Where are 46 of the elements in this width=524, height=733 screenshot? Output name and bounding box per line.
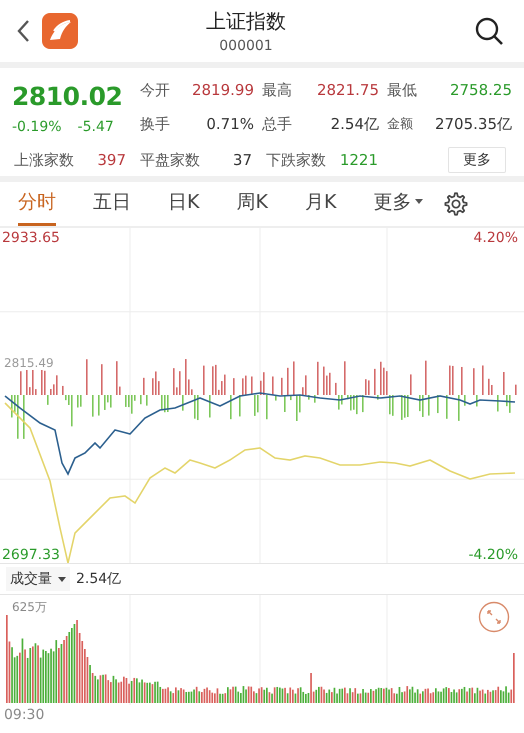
axis-label: 2815.49 xyxy=(2,356,56,370)
more-button[interactable]: 更多 xyxy=(448,147,506,173)
stat-label: 换手 xyxy=(140,114,170,134)
stat-label: 今开 xyxy=(140,80,170,100)
breadth-label: 平盘家数 xyxy=(140,150,200,170)
percent-label: 4.20% xyxy=(474,230,518,246)
stat-label: 金额 xyxy=(387,116,413,133)
stat-value: 2.54亿 xyxy=(330,114,379,134)
chart-tab[interactable]: 月K xyxy=(304,182,336,226)
stat-value: 2821.75 xyxy=(316,81,379,99)
percent-label: -4.20% xyxy=(468,547,518,563)
change-percent: -0.19% xyxy=(12,119,62,135)
page-title: 上证指数 xyxy=(206,8,286,35)
breadth-value: 37 xyxy=(232,150,252,170)
search-icon[interactable] xyxy=(474,16,504,46)
stat-label: 最低 xyxy=(387,80,417,100)
volume-total: 2.54亿 xyxy=(76,570,122,588)
axis-label: 2697.33 xyxy=(2,547,60,563)
caret-icon xyxy=(415,199,424,204)
stat-value: 0.71% xyxy=(206,115,254,133)
breadth-value: 1221 xyxy=(340,150,378,170)
stat-value: 2819.99 xyxy=(192,81,254,99)
axis-label: 2933.65 xyxy=(2,230,60,246)
chart-tab[interactable]: 周K xyxy=(236,182,268,226)
chart-tab[interactable]: 五日 xyxy=(93,182,131,226)
caret-icon xyxy=(58,576,66,582)
chart-tab[interactable]: 更多 xyxy=(373,182,424,226)
stat-value: 2758.25 xyxy=(450,81,512,99)
current-price: 2810.02 xyxy=(12,82,122,111)
settings-icon[interactable] xyxy=(443,191,470,217)
app-logo-icon xyxy=(42,13,78,49)
change-value: -5.47 xyxy=(78,119,114,135)
breadth-value: 397 xyxy=(97,150,126,170)
chart-tab[interactable]: 日K xyxy=(168,182,200,226)
indicator-dropdown[interactable]: 成交量 xyxy=(6,567,70,591)
stat-label: 总手 xyxy=(262,114,292,134)
back-icon[interactable] xyxy=(16,19,30,43)
expand-icon[interactable] xyxy=(478,601,510,633)
breadth-label: 下跌家数 xyxy=(266,150,326,170)
stat-label: 最高 xyxy=(262,80,292,100)
axis-label: 625万 xyxy=(12,599,47,616)
time-label: 09:30 xyxy=(3,706,46,725)
breadth-label: 上涨家数 xyxy=(14,150,74,170)
stat-value: 2705.35亿 xyxy=(434,114,512,134)
chart-tab[interactable]: 分时 xyxy=(18,182,56,226)
stock-code: 000001 xyxy=(219,38,273,54)
